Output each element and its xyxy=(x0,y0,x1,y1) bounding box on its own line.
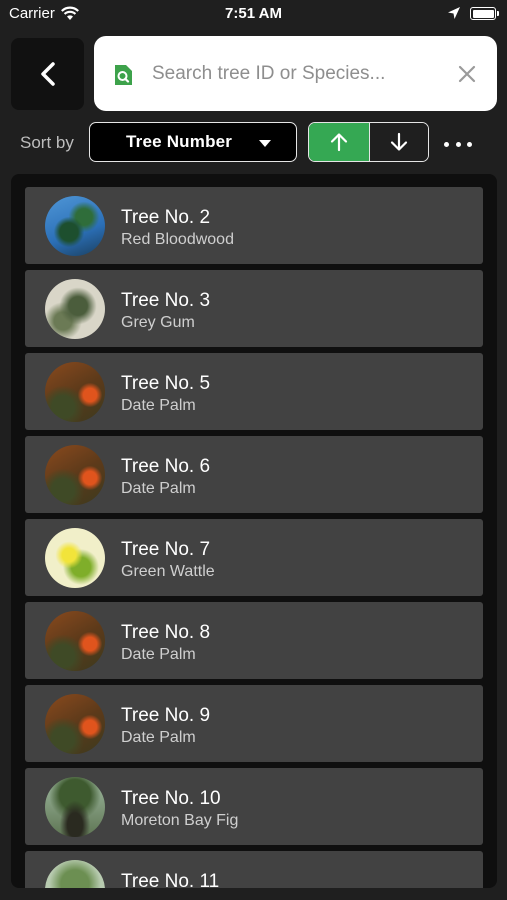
tree-title: Tree No. 11 xyxy=(121,871,220,888)
clear-search-icon[interactable] xyxy=(456,63,478,85)
location-arrow-icon xyxy=(448,7,460,19)
sort-order-toggle xyxy=(308,122,429,162)
tree-title: Tree No. 6 xyxy=(121,456,211,477)
search-icon xyxy=(115,65,132,85)
tree-species: Moreton Bay Fig xyxy=(121,812,239,829)
sort-descending-button[interactable] xyxy=(370,123,428,161)
search-bar[interactable] xyxy=(94,36,497,111)
tree-thumbnail xyxy=(45,196,105,256)
tree-species: Date Palm xyxy=(121,729,196,746)
tree-list-item[interactable]: Tree No. 8 Date Palm xyxy=(25,602,483,679)
tree-species: Grey Gum xyxy=(121,314,195,331)
tree-title: Tree No. 5 xyxy=(121,373,211,394)
tree-title: Tree No. 2 xyxy=(121,207,211,228)
tree-title: Tree No. 9 xyxy=(121,705,211,726)
tree-species: Date Palm xyxy=(121,646,196,663)
tree-list-panel[interactable]: Tree No. 2 Red Bloodwood Tree No. 3 Grey Gu… xyxy=(11,174,497,888)
tree-species: Green Wattle xyxy=(121,563,215,580)
tree-thumbnail xyxy=(45,860,105,888)
chevron-left-icon xyxy=(40,62,55,86)
tree-title: Tree No. 8 xyxy=(121,622,211,643)
back-button[interactable] xyxy=(11,38,84,110)
tree-thumbnail xyxy=(45,528,105,588)
status-bar: Carrier 7:51 AM xyxy=(0,0,507,30)
tree-thumbnail xyxy=(45,694,105,754)
tree-species: Date Palm xyxy=(121,397,196,414)
tree-title: Tree No. 7 xyxy=(121,539,211,560)
tree-title: Tree No. 3 xyxy=(121,290,211,311)
dot-icon xyxy=(467,141,472,147)
tree-title: Tree No. 10 xyxy=(121,788,221,809)
dot-icon xyxy=(444,141,449,147)
tree-thumbnail xyxy=(45,445,105,505)
tree-list-item[interactable]: Tree No. 6 Date Palm xyxy=(25,436,483,513)
tree-list: Tree No. 2 Red Bloodwood Tree No. 3 Grey Gu… xyxy=(25,187,483,888)
tree-list-item[interactable]: Tree No. 3 Grey Gum xyxy=(25,270,483,347)
battery-icon xyxy=(470,7,499,20)
sort-field-value: Tree Number xyxy=(126,132,233,151)
arrow-up-icon xyxy=(330,133,348,152)
tree-species: Date Palm xyxy=(121,480,196,497)
more-options-button[interactable] xyxy=(444,134,472,154)
tree-list-item[interactable]: Tree No. 9 Date Palm xyxy=(25,685,483,762)
tree-list-item[interactable]: Tree No. 7 Green Wattle xyxy=(25,519,483,596)
tree-thumbnail xyxy=(45,279,105,339)
sort-field-dropdown[interactable]: Tree Number xyxy=(89,122,297,162)
tree-list-item[interactable]: Tree No. 10 Moreton Bay Fig xyxy=(25,768,483,845)
tree-list-item[interactable]: Tree No. 2 Red Bloodwood xyxy=(25,187,483,264)
arrow-down-icon xyxy=(390,132,408,151)
sort-by-label: Sort by xyxy=(20,133,74,152)
caret-down-icon xyxy=(259,140,271,147)
dot-icon xyxy=(455,141,461,147)
search-input[interactable] xyxy=(152,58,442,90)
tree-thumbnail xyxy=(45,362,105,422)
tree-thumbnail xyxy=(45,611,105,671)
tree-list-item[interactable]: Tree No. 5 Date Palm xyxy=(25,353,483,430)
tree-species: Red Bloodwood xyxy=(121,231,234,248)
tree-list-item[interactable]: Tree No. 11 xyxy=(25,851,483,888)
clock: 7:51 AM xyxy=(225,5,282,22)
tree-thumbnail xyxy=(45,777,105,837)
sort-ascending-button[interactable] xyxy=(309,123,370,161)
